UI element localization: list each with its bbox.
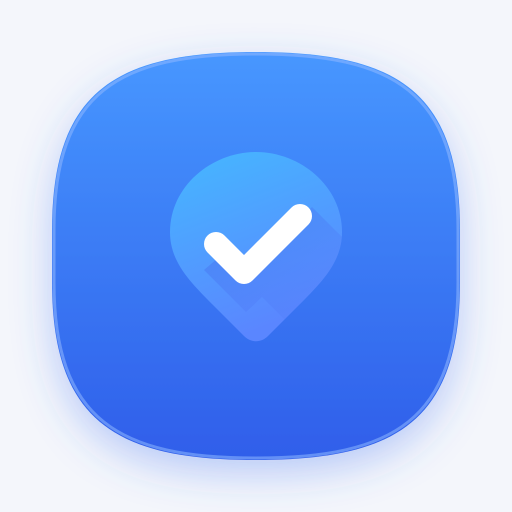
app-icon [52,52,460,460]
app-icon-canvas [0,0,512,512]
